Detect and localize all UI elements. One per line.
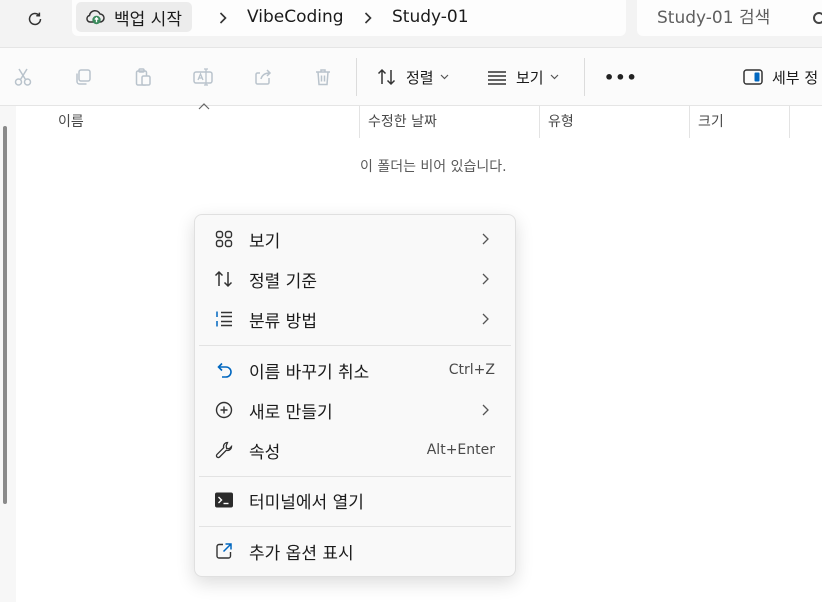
- sort-button[interactable]: 정렬: [376, 65, 449, 89]
- more-options-button[interactable]: •••: [604, 65, 638, 89]
- details-label: 세부 정: [772, 68, 819, 87]
- column-divider[interactable]: [539, 106, 540, 138]
- chevron-right-icon: [482, 273, 489, 285]
- chevron-right-icon[interactable]: [361, 8, 375, 28]
- cloud-backup-icon: [86, 9, 105, 25]
- paste-button[interactable]: [132, 66, 154, 88]
- column-header-size[interactable]: 크기: [698, 106, 724, 138]
- more-icon: •••: [604, 67, 638, 87]
- menu-item-shortcut: Alt+Enter: [426, 442, 495, 458]
- copy-icon: [76, 69, 91, 85]
- menu-item-label: 터미널에서 열기: [249, 492, 364, 513]
- column-divider[interactable]: [359, 106, 360, 138]
- breadcrumb-vibecoding[interactable]: VibeCoding: [247, 5, 344, 29]
- menu-item-open-in-terminal[interactable]: 터미널에서 열기: [199, 482, 511, 518]
- share-icon: [255, 69, 272, 85]
- sort-arrows-icon: [213, 268, 235, 290]
- menu-item-properties[interactable]: 속성 Alt+Enter: [199, 432, 511, 468]
- menu-item-label: 보기: [249, 231, 281, 252]
- clipboard-icon: [135, 68, 151, 86]
- menu-item-view[interactable]: 보기: [199, 221, 511, 257]
- menu-separator: [199, 526, 511, 527]
- menu-item-show-more-options[interactable]: 추가 옵션 표시: [199, 533, 511, 569]
- chevron-right-icon: [482, 313, 489, 325]
- sort-arrows-icon: [377, 68, 396, 86]
- scissors-icon: [14, 68, 32, 86]
- command-bar: 정렬 보기 ••• 세부 정: [0, 48, 822, 106]
- undo-icon: [213, 359, 235, 381]
- menu-item-label: 추가 옵션 표시: [249, 543, 354, 564]
- view-button[interactable]: 보기: [486, 65, 559, 89]
- sort-label: 정렬: [406, 68, 434, 87]
- menu-item-undo-rename[interactable]: 이름 바꾸기 취소 Ctrl+Z: [199, 352, 511, 388]
- menu-item-label: 속성: [249, 442, 281, 463]
- chevron-down-icon: [440, 74, 449, 80]
- share-button[interactable]: [252, 66, 274, 88]
- external-link-icon: [213, 540, 235, 562]
- sort-caret-icon: [198, 103, 210, 110]
- cut-button[interactable]: [12, 66, 34, 88]
- menu-separator: [199, 345, 511, 346]
- refresh-icon: [28, 12, 42, 26]
- search-box[interactable]: Study-01 검색: [637, 0, 822, 36]
- column-header-type[interactable]: 유형: [548, 106, 574, 138]
- breadcrumb-study-01[interactable]: Study-01: [392, 5, 469, 29]
- view-label: 보기: [516, 68, 544, 87]
- search-input[interactable]: Study-01 검색: [657, 6, 770, 30]
- refresh-button[interactable]: [22, 6, 48, 32]
- column-header-name[interactable]: 이름: [58, 106, 84, 138]
- menu-item-label: 새로 만들기: [249, 402, 333, 423]
- toolbar-divider: [356, 58, 357, 96]
- menu-item-label: 이름 바꾸기 취소: [249, 362, 370, 383]
- plus-circle-icon: [213, 399, 235, 421]
- scrollbar[interactable]: [3, 126, 7, 504]
- delete-button[interactable]: [312, 66, 334, 88]
- menu-item-sort-by[interactable]: 정렬 기준: [199, 261, 511, 297]
- details-pane-icon: [743, 69, 763, 85]
- search-icon: [813, 12, 822, 24]
- chevron-right-icon: [482, 233, 489, 245]
- list-view-icon: [488, 71, 506, 85]
- chevron-right-icon[interactable]: [216, 8, 230, 28]
- column-divider[interactable]: [789, 106, 790, 138]
- context-menu: 보기 정렬 기준 분류 방법 이름 바꾸기 취소 Ctrl+Z 새로 만들기 속…: [194, 214, 516, 577]
- breadcrumb-label: 백업 시작: [114, 9, 182, 30]
- chevron-down-icon: [550, 74, 559, 80]
- rename-icon: [193, 68, 213, 86]
- rename-button[interactable]: [192, 66, 214, 88]
- wrench-icon: [213, 439, 235, 461]
- group-list-icon: [213, 308, 235, 330]
- column-divider[interactable]: [689, 106, 690, 138]
- menu-item-label: 정렬 기준: [249, 271, 317, 292]
- navigation-pane: [0, 106, 16, 602]
- column-header-date[interactable]: 수정한 날짜: [368, 106, 437, 138]
- terminal-icon: [213, 489, 235, 511]
- menu-separator: [199, 476, 511, 477]
- address-bar-row: 백업 시작 VibeCoding Study-01 Study-01 검색: [0, 0, 822, 48]
- breadcrumb-home[interactable]: 백업 시작: [76, 2, 192, 32]
- empty-folder-message: 이 폴더는 비어 있습니다.: [360, 159, 507, 175]
- toolbar-divider: [584, 58, 585, 96]
- copy-button[interactable]: [72, 66, 94, 88]
- menu-item-shortcut: Ctrl+Z: [448, 362, 495, 378]
- trash-icon: [316, 69, 330, 86]
- chevron-right-icon: [482, 404, 489, 416]
- menu-item-label: 분류 방법: [249, 311, 317, 332]
- menu-item-new[interactable]: 새로 만들기: [199, 392, 511, 428]
- details-pane-button[interactable]: 세부 정: [742, 65, 818, 89]
- grid-icon: [213, 228, 235, 250]
- address-box[interactable]: 백업 시작 VibeCoding Study-01: [72, 0, 626, 36]
- menu-item-group-by[interactable]: 분류 방법: [199, 301, 511, 337]
